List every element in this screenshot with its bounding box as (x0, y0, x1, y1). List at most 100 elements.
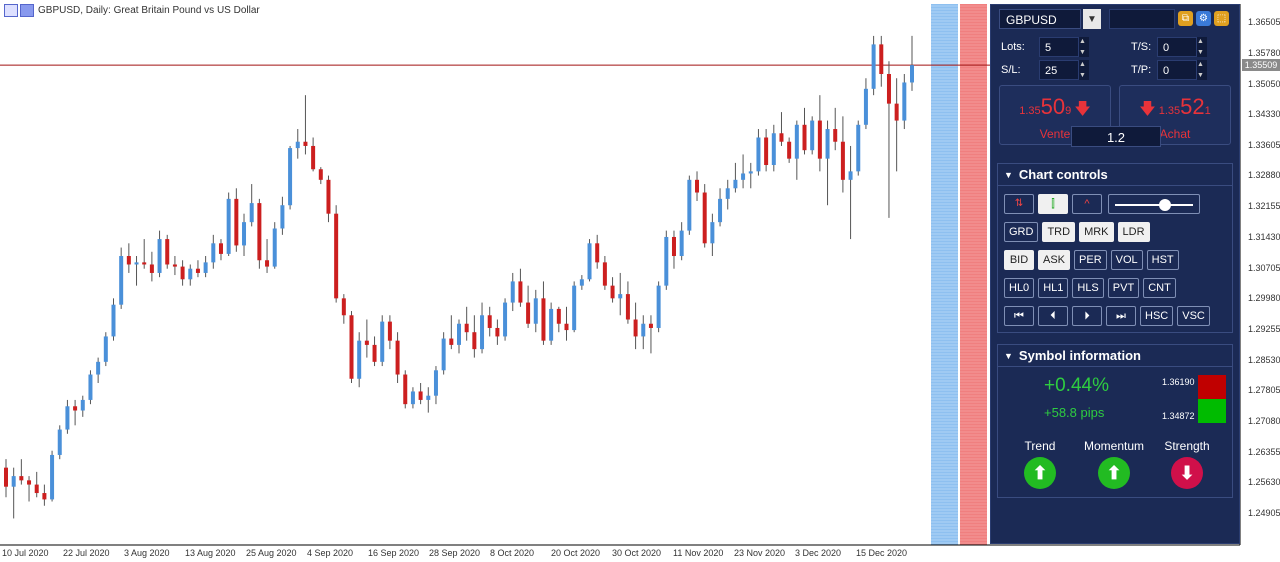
vsc-button[interactable]: VSC (1177, 306, 1210, 326)
bear-candle (218, 243, 223, 254)
bull-candle (288, 148, 293, 206)
zoom-slider[interactable] (1108, 194, 1200, 214)
chart-controls-title: Chart controls (1018, 166, 1108, 182)
bull-candle (771, 133, 776, 166)
bear-candle (234, 198, 239, 246)
bull-candle (280, 205, 285, 229)
bear-candle (341, 298, 346, 316)
bull-candle (295, 141, 300, 149)
price-tick-label: 1.33605 (1248, 139, 1280, 150)
bull-candle (871, 44, 876, 89)
bull-candle (910, 65, 914, 83)
pvt-button[interactable]: PVT (1107, 278, 1140, 298)
current-price-label: 1.35509 (1242, 59, 1280, 71)
chevron-down-icon[interactable]: ▼ (1083, 9, 1101, 29)
bear-candle (695, 179, 700, 193)
bull-candle (119, 256, 124, 305)
grd-button[interactable]: GRD (1004, 222, 1039, 242)
bull-candle (902, 82, 907, 121)
chart-window-icon (4, 4, 34, 17)
bear-candle (418, 391, 423, 400)
symbol-info-header[interactable]: ▼ Symbol information (998, 345, 1232, 367)
bull-candle (733, 179, 738, 189)
gear-icon[interactable]: ⚙ (1196, 11, 1211, 26)
symbol-extra-field[interactable] (1109, 9, 1175, 29)
price-tick-label: 1.27805 (1248, 385, 1280, 396)
trading-panel: GBPUSD ▼ ⧉ ⚙ ⬚ Lots: 5 ▲ ▼ T/S: 0 ▲ ▼ S/L:… (990, 4, 1240, 544)
cnt-button[interactable]: CNT (1143, 278, 1176, 298)
bull-candle (242, 222, 247, 246)
symbol-select[interactable]: GBPUSD (999, 9, 1081, 29)
bear-candle (472, 332, 477, 350)
slider-knob[interactable] (1159, 199, 1171, 211)
bear-candle (886, 74, 891, 104)
tp-stepper[interactable]: ▲ ▼ (1197, 60, 1207, 80)
bear-candle (802, 124, 807, 151)
next-bar-icon[interactable]: ⏵ (1072, 306, 1102, 326)
bull-candle (718, 198, 723, 223)
panel-toolbar: ⧉ ⚙ ⬚ (1178, 11, 1229, 26)
chart-controls-header[interactable]: ▼ Chart controls (998, 164, 1232, 186)
bear-candle (326, 179, 331, 214)
bull-candle (741, 173, 746, 180)
hst-button[interactable]: HST (1146, 250, 1179, 270)
slider-track (1115, 204, 1193, 206)
hl1-button[interactable]: HL1 (1038, 278, 1069, 298)
tp-input[interactable]: 0 (1157, 60, 1197, 80)
trd-button[interactable]: TRD (1042, 222, 1076, 242)
trend-arrow-icon: ⬆ (1024, 457, 1056, 489)
bear-candle (364, 340, 369, 345)
lots-stepper[interactable]: ▲ ▼ (1079, 37, 1089, 57)
lots-input[interactable]: 5 (1039, 37, 1079, 57)
line-chart-icon[interactable]: ^ (1072, 194, 1102, 214)
ldr-button[interactable]: LDR (1117, 222, 1150, 242)
sl-stepper[interactable]: ▲ ▼ (1079, 60, 1089, 80)
bull-candle (810, 120, 815, 151)
bear-candle (595, 243, 600, 263)
candlestick-icon[interactable]: ⫿ (1038, 194, 1068, 214)
lots-row: Lots: 5 ▲ ▼ (1001, 37, 1089, 57)
bear-candle (4, 467, 8, 487)
first-bar-icon[interactable]: ⏮ (1004, 306, 1034, 326)
vol-button[interactable]: VOL (1110, 250, 1143, 270)
ask-button[interactable]: ASK (1038, 250, 1071, 270)
bear-candle (311, 145, 316, 170)
day-low: 1.34872 (1162, 411, 1195, 421)
date-tick-label: 8 Oct 2020 (490, 548, 535, 558)
bear-candle (787, 141, 792, 159)
bear-candle (395, 340, 400, 375)
bear-candle (403, 374, 408, 405)
navigation-row: ⏮ ⏴ ⏵ ⏭ HSC VSC (1004, 306, 1210, 326)
bear-candle (564, 323, 569, 331)
ts-input[interactable]: 0 (1157, 37, 1197, 57)
symbol-info-title: Symbol information (1018, 347, 1141, 363)
copy-icon[interactable]: ⧉ (1178, 11, 1193, 26)
overlay-row-1: GRD TRD MRK LDR (1004, 222, 1150, 242)
lots-label: Lots: (1001, 41, 1025, 53)
sl-input[interactable]: 25 (1039, 60, 1079, 80)
bar-chart-icon[interactable]: ⇅ (1004, 194, 1034, 214)
bear-candle (779, 133, 784, 142)
bull-candle (794, 124, 799, 159)
bull-candle (357, 340, 362, 379)
bear-candle (840, 141, 845, 180)
mrk-button[interactable]: MRK (1079, 222, 1114, 242)
expand-icon[interactable]: ⬚ (1214, 11, 1229, 26)
last-bar-icon[interactable]: ⏭ (1106, 306, 1136, 326)
ts-stepper[interactable]: ▲ ▼ (1197, 37, 1207, 57)
bull-candle (203, 262, 208, 273)
bear-candle (172, 264, 177, 267)
caret-down-icon: ▼ (1004, 169, 1013, 180)
bull-candle (579, 279, 584, 286)
arrow-down-icon: 🡇 (1139, 101, 1156, 118)
per-button[interactable]: PER (1074, 250, 1107, 270)
hsc-button[interactable]: HSC (1140, 306, 1174, 326)
hls-button[interactable]: HLS (1072, 278, 1104, 298)
previous-bar-icon[interactable]: ⏴ (1038, 306, 1068, 326)
overlay-row-3: HL0 HL1 HLS PVT CNT (1004, 278, 1176, 298)
hl0-button[interactable]: HL0 (1004, 278, 1035, 298)
bear-candle (610, 285, 615, 299)
bear-candle (648, 323, 653, 328)
bid-button[interactable]: BID (1004, 250, 1034, 270)
bull-candle (88, 374, 93, 400)
